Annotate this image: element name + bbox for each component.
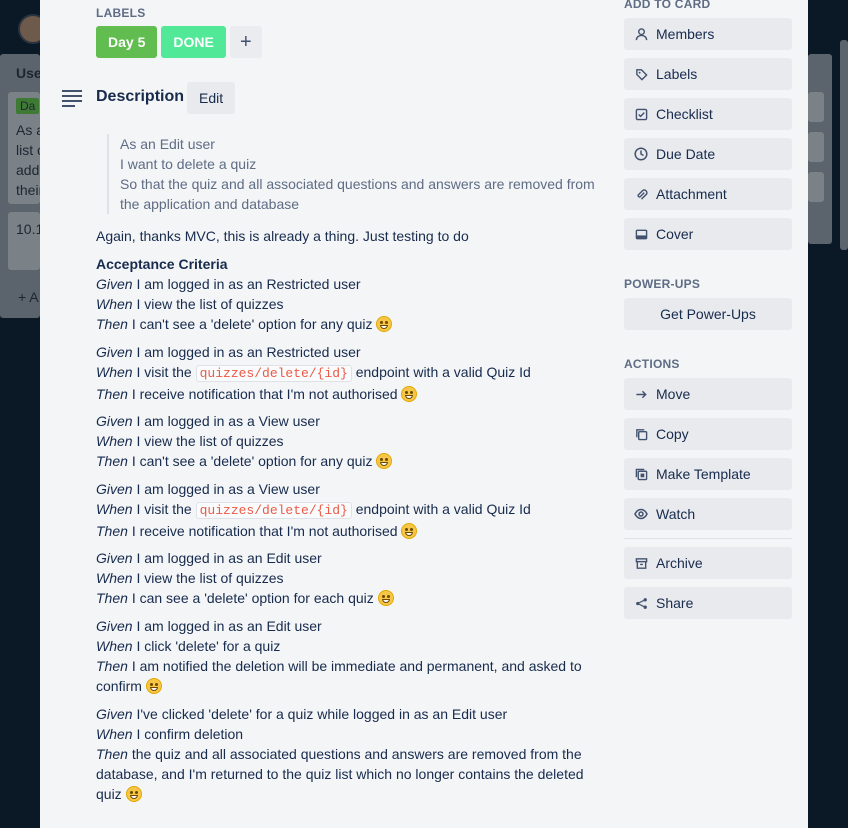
grinning-emoji-icon [376,453,393,469]
endpoint-code: quizzes/delete/{id} [195,502,352,519]
background-list-far-right [840,40,848,250]
attachment-button[interactable]: Attachment [624,178,792,210]
due-date-button[interactable]: Due Date [624,138,792,170]
description-heading: Description [96,88,185,105]
make-template-button[interactable]: Make Template [624,458,792,490]
labels-list: Day 5 DONE + [96,26,262,58]
card-detail-modal: LABELS Day 5 DONE + Description Edit As … [40,0,808,828]
background-list-title: Use [16,65,42,81]
background-card-right [808,132,824,162]
quote-line: I want to delete a quiz [120,156,257,172]
add-to-card-heading: ADD TO CARD [624,0,711,11]
scenario-3: Given I am logged in as a View user When… [96,411,596,471]
scenario-6: Given I am logged in as an Edit user Whe… [96,618,582,694]
edit-description-button[interactable]: Edit [187,82,236,114]
quote-line: So that the quiz and all associated ques… [120,176,595,212]
description-intro: Again, thanks MVC, this is already a thi… [96,228,469,244]
grinning-emoji-icon [377,590,394,606]
background-add-card: + A [18,289,39,305]
grinning-emoji-icon [401,386,418,402]
endpoint-code: quizzes/delete/{id} [195,365,352,382]
grinning-emoji-icon [376,316,393,332]
checklist-button[interactable]: Checklist [624,98,792,130]
get-power-ups-button[interactable]: Get Power-Ups [624,298,792,330]
share-button[interactable]: Share [624,587,792,619]
power-ups-heading: POWER-UPS [624,277,701,291]
labels-heading: LABELS [96,6,146,20]
move-button[interactable]: Move [624,378,792,410]
tag-icon [634,67,648,81]
watch-button[interactable]: Watch [624,498,792,530]
label-day-5[interactable]: Day 5 [96,26,158,58]
add-label-button[interactable]: + [229,26,262,58]
paperclip-icon [634,187,648,201]
scenario-2: Given I am logged in as an Restricted us… [96,344,531,402]
background-card-label: Da [16,98,40,114]
description-quote: As an Edit user I want to delete a quiz … [107,134,610,214]
eye-icon [634,507,648,521]
acceptance-criteria-heading: Acceptance Criteria [96,256,228,272]
scenario-5: Given I am logged in as an Edit user Whe… [96,548,596,608]
arrow-right-icon [634,387,648,401]
copy-button[interactable]: Copy [624,418,792,450]
grinning-emoji-icon [125,786,142,802]
members-button[interactable]: Members [624,18,792,50]
cover-button[interactable]: Cover [624,218,792,250]
grinning-emoji-icon [145,678,162,694]
cover-icon [634,227,648,241]
template-icon [634,467,648,481]
labels-button[interactable]: Labels [624,58,792,90]
label-done[interactable]: DONE [161,26,226,58]
person-icon [634,27,648,41]
copy-icon [634,427,648,441]
checklist-icon [634,107,648,121]
grinning-emoji-icon [401,523,418,539]
archive-icon [634,556,648,570]
scenario-4: Given I am logged in as a View user When… [96,481,531,539]
description-icon [62,90,82,107]
scenario-7: Given I've clicked 'delete' for a quiz w… [96,706,584,802]
clock-icon [634,147,648,161]
background-card-line: add [16,162,40,178]
background-card-right [808,92,824,122]
share-icon [634,596,648,610]
quote-line: As an Edit user [120,136,215,152]
actions-heading: ACTIONS [624,357,680,371]
actions-divider [624,538,792,539]
scenario-1: Given I am logged in as an Restricted us… [96,274,596,334]
archive-button[interactable]: Archive [624,547,792,579]
background-card-right [808,172,824,202]
